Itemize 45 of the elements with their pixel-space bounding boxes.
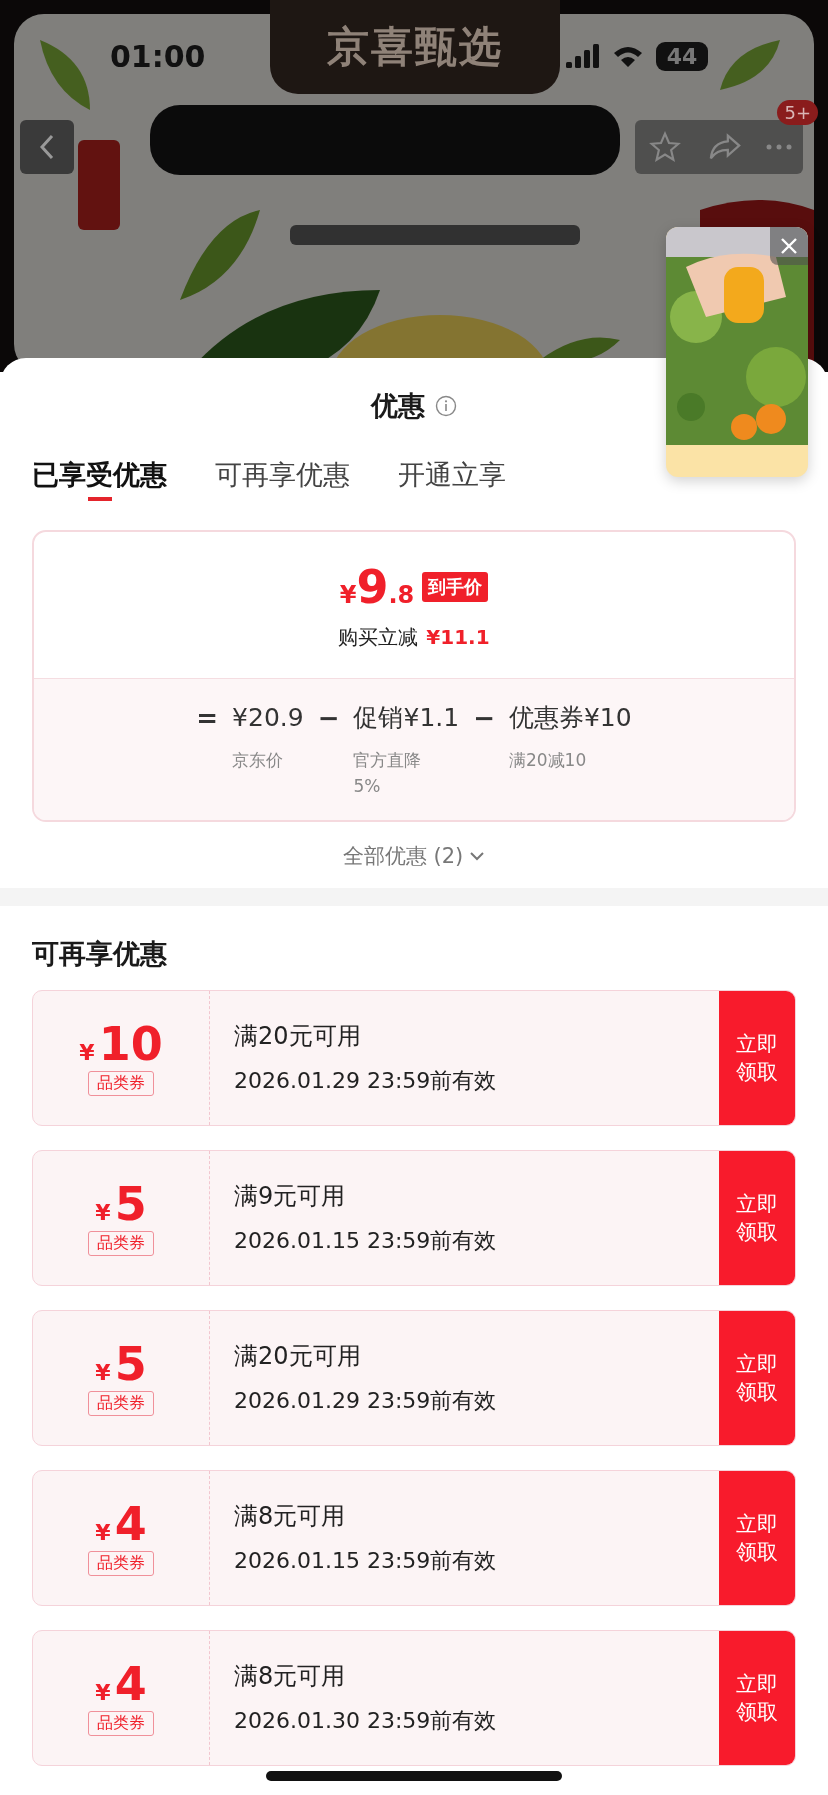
coupon-expiry: 2026.01.29 23:59前有效 [234, 1387, 498, 1415]
claim-button[interactable]: 立即领取 [719, 1311, 795, 1445]
tab[interactable]: 可再享优惠 [215, 457, 350, 505]
claim-button[interactable]: 立即领取 [719, 991, 795, 1125]
operator-sign: − [317, 702, 340, 735]
info-icon[interactable] [435, 395, 457, 417]
claim-button[interactable]: 立即领取 [719, 1631, 795, 1765]
coupon-type-tag: 品类券 [88, 1390, 154, 1416]
breakdown-amount: 优惠券¥10 [508, 702, 632, 734]
operator-sign: − [473, 702, 495, 735]
coupon-amount: ¥4 [95, 1500, 147, 1547]
claim-button[interactable]: 立即领取 [719, 1471, 795, 1605]
coupon-amount: ¥5 [95, 1180, 147, 1227]
coupon-expiry: 2026.01.29 23:59前有效 [234, 1067, 498, 1095]
coupon-type-tag: 品类券 [88, 1070, 154, 1096]
sheet-title: 优惠 [371, 389, 425, 423]
tab[interactable]: 开通立享 [398, 457, 506, 505]
coupon-amount: ¥5 [95, 1340, 147, 1387]
coupon-condition: 满20元可用 [234, 1341, 362, 1372]
breakdown-label: 满20减10 [508, 749, 588, 772]
coupon-condition: 满20元可用 [234, 1021, 362, 1052]
coupon-expiry: 2026.01.15 23:59前有效 [234, 1547, 498, 1575]
saving-amount: ¥11.1 [426, 625, 490, 649]
breakdown-label: 京东价 [232, 749, 285, 772]
coupon-amount: ¥10 [79, 1020, 163, 1067]
saving-label: 购买立减 [338, 623, 419, 651]
coupon-type-tag: 品类券 [88, 1230, 154, 1256]
coupon-condition: 满8元可用 [234, 1661, 347, 1692]
coupon-expiry: 2026.01.30 23:59前有效 [234, 1707, 498, 1735]
coupon-condition: 满8元可用 [234, 1501, 347, 1532]
breakdown-amount: ¥20.9 [232, 702, 304, 734]
price-tag: 到手价 [422, 571, 489, 602]
section-title: 可再享优惠 [31, 937, 168, 971]
claim-button[interactable]: 立即领取 [719, 1151, 795, 1285]
final-price: ¥9.8 [339, 559, 415, 614]
coupon-amount: ¥4 [95, 1660, 147, 1707]
all-offers-link[interactable]: 全部优惠 (2) [336, 836, 492, 876]
coupon-type-tag: 品类券 [88, 1710, 154, 1736]
chevron-down-icon [469, 850, 486, 862]
breakdown-label: 官方直降5% [353, 749, 423, 798]
breakdown-amount: 促销¥1.1 [353, 702, 460, 734]
coupon-type-tag: 品类券 [88, 1550, 154, 1576]
coupon-condition: 满9元可用 [234, 1181, 347, 1212]
coupon-expiry: 2026.01.15 23:59前有效 [234, 1227, 498, 1255]
operator-sign: = [196, 702, 219, 735]
